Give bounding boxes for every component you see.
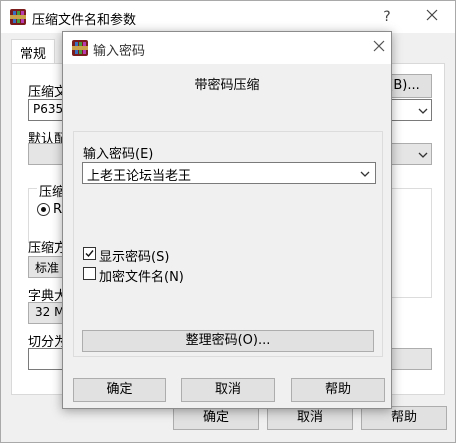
dialog-title: 输入密码: [93, 44, 146, 59]
chevron-down-icon: [418, 152, 428, 158]
organize-passwords-button[interactable]: 整理密码(O)...: [82, 330, 374, 352]
show-password-checkbox[interactable]: [83, 247, 96, 260]
chevron-down-icon: [418, 108, 428, 114]
winrar-icon: [72, 40, 88, 56]
window-title: 压缩文件名和参数: [32, 13, 137, 28]
help-icon[interactable]: ?: [375, 5, 399, 29]
format-rar-radio[interactable]: [37, 203, 50, 216]
encrypt-names-checkbox[interactable]: [83, 267, 96, 280]
checkmark-icon: [85, 250, 94, 258]
tab-general[interactable]: 常规: [11, 39, 56, 63]
dialog-heading: 带密码压缩: [194, 78, 260, 93]
close-icon[interactable]: [420, 5, 444, 29]
password-label: 输入密码(E): [83, 147, 154, 162]
help-button[interactable]: 帮助: [291, 378, 385, 402]
chevron-down-icon: [360, 171, 370, 177]
winrar-icon: [10, 9, 26, 25]
encrypt-names-label: 加密文件名(N): [99, 270, 184, 285]
cancel-button[interactable]: 取消: [181, 378, 275, 402]
back-help-button[interactable]: 帮助: [361, 406, 447, 430]
password-input[interactable]: 上老王论坛当老王: [82, 162, 376, 184]
back-ok-button[interactable]: 确定: [173, 406, 259, 430]
show-password-label: 显示密码(S): [99, 250, 170, 265]
back-cancel-button[interactable]: 取消: [267, 406, 353, 430]
password-dialog: 输入密码 带密码压缩 输入密码(E) 上老王论坛当老王 显示密码(S) 加密文件…: [62, 31, 392, 409]
ok-button[interactable]: 确定: [73, 378, 166, 402]
close-icon[interactable]: [367, 36, 391, 60]
